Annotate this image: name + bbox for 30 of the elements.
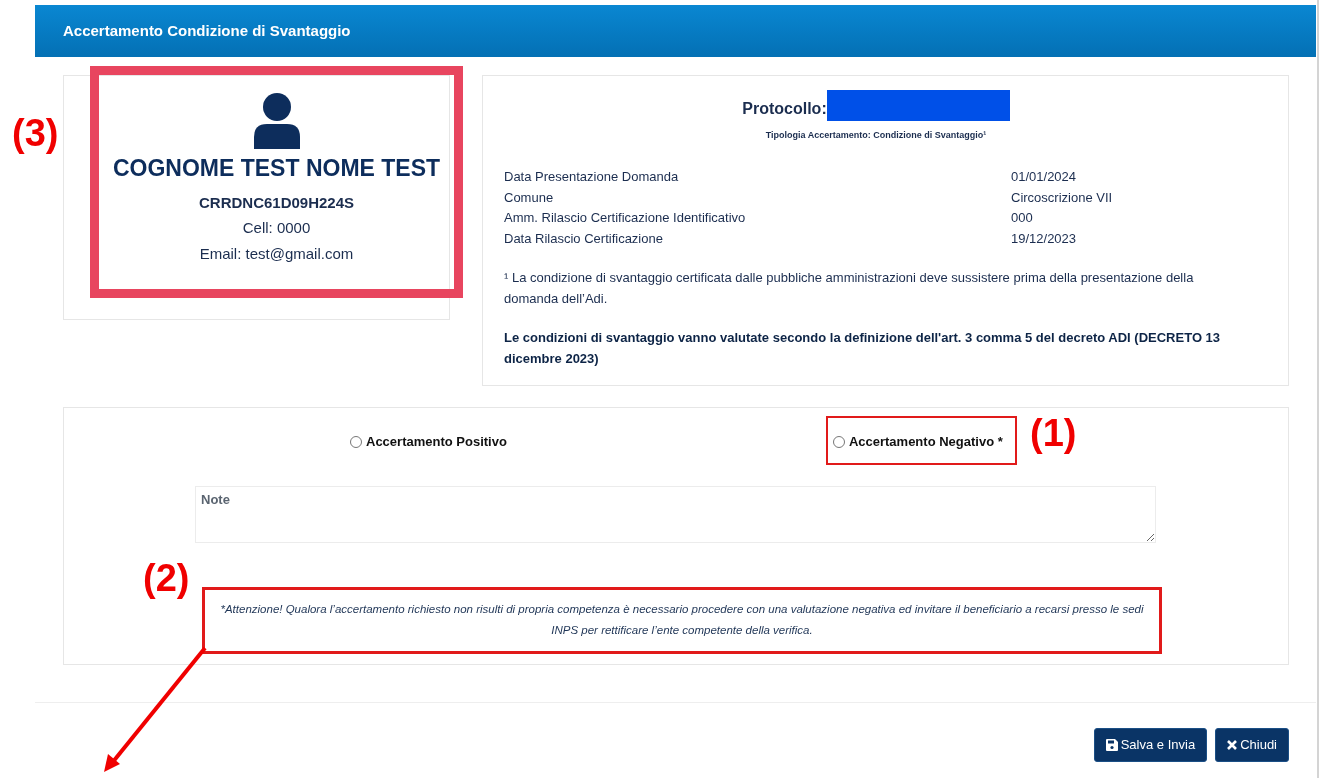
radio-label[interactable]: Accertamento Negativo * (848, 432, 1003, 452)
radio-button[interactable] (350, 435, 362, 448)
annotation-number: (3) (12, 111, 59, 155)
field-value: 01/01/2024 (1011, 168, 1078, 186)
field-value: 19/12/2023 (1011, 229, 1078, 248)
email-text: Email: test@gmail.com (199, 243, 354, 264)
annotation-number: (1) (1030, 411, 1077, 455)
field-label: Data Rilascio Certificazione (504, 229, 664, 248)
save-button[interactable]: Salva e Invia (1093, 728, 1208, 762)
criteria-note: Le condizioni di svantaggio vanno valutate secondo la definizione dell'art. 3 comma 5 del decreto ADI (DECRETO 13 dicembre 2023) (504, 329, 1222, 368)
field-label: Amm. Rilascio Certificazione Identificativo (504, 209, 747, 227)
close-icon (1227, 740, 1238, 750)
radio-button[interactable] (832, 435, 845, 448)
phone-text: Cell: 0000 (242, 218, 311, 238)
footnote-text: ¹ La condizione di svantaggio certificata dalle pubbliche amministrazioni deve sussistere prima della presentazione della domanda dell’Adi. (504, 269, 1195, 308)
person-icon (251, 93, 302, 149)
protocol-label: Protocollo: (742, 98, 827, 119)
annotation-number: (2) (143, 556, 190, 600)
person-name: COGNOME TEST NOME TEST (112, 154, 441, 183)
radio-label[interactable]: Accertamento Positivo (366, 432, 507, 452)
assessment-type: Tipologia Accertamento: Condizione di Svantaggio¹ (765, 130, 987, 140)
notes-field[interactable]: Note (195, 485, 1156, 543)
fiscal-code: CRRDNC61D09H224S (198, 192, 355, 213)
close-button[interactable]: Chiudi (1215, 728, 1289, 762)
field-label: Comune (504, 188, 555, 207)
field-label: Data Presentazione Domanda (504, 168, 680, 186)
warning-text: *Attenzione! Qualora l’accertamento richiesto non risulti di propria competenza è necessario procedere con una valutazione negativa ed invitare il beneficiario a recarsi presso le sedi INPS per rettificare l’ente competente della verifica. (219, 602, 1145, 638)
field-value: Circoscrizione VII (1011, 188, 1114, 207)
dialog-title: Accertamento Condizione di Svantaggio (63, 20, 351, 41)
field-value: 000 (1011, 209, 1034, 227)
